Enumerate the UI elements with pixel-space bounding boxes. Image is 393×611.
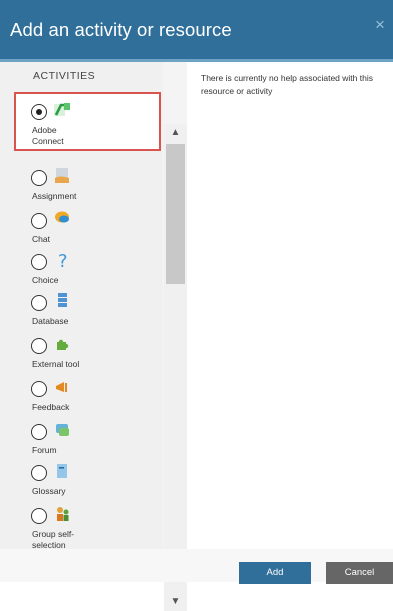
activity-label: Forum: [32, 445, 57, 455]
activity-label: Assignment: [32, 191, 77, 201]
radio-database[interactable]: [31, 295, 47, 311]
radio-chat[interactable]: [31, 213, 47, 229]
activity-label: Chat: [32, 234, 50, 244]
adobe-connect-icon: [54, 103, 70, 116]
radio-assignment[interactable]: [31, 170, 47, 186]
radio-forum[interactable]: [31, 424, 47, 440]
activities-heading: ACTIVITIES: [33, 70, 96, 82]
cancel-button[interactable]: Cancel: [326, 562, 393, 584]
forum-icon: [56, 424, 69, 436]
add-button[interactable]: Add: [239, 562, 311, 584]
activity-item-group-self-selection[interactable]: Group self- selection: [0, 500, 163, 550]
assignment-icon: [55, 168, 69, 183]
activity-label: Adobe Connect: [32, 125, 64, 146]
activity-label: Group self- selection: [32, 529, 75, 550]
help-text: There is currently no help associated wi…: [201, 73, 373, 96]
megaphone-icon: [56, 382, 67, 392]
scroll-up-chevron-icon[interactable]: ▲: [164, 124, 187, 142]
activity-label: External tool: [32, 359, 80, 369]
activity-label: Feedback: [32, 402, 70, 412]
radio-adobe-connect[interactable]: [31, 104, 47, 120]
activities-scrollbar[interactable]: ▲ ▼: [164, 124, 187, 611]
group-self-selection-icon: [57, 507, 69, 521]
activity-label: Glossary: [32, 486, 66, 496]
puzzle-piece-icon: [57, 339, 69, 350]
glossary-icon: [57, 464, 67, 478]
radio-glossary[interactable]: [31, 465, 47, 481]
dialog-title: Add an activity or resource: [10, 19, 232, 40]
radio-group-self-selection[interactable]: [31, 508, 47, 524]
chat-icon: [55, 211, 69, 223]
scroll-down-chevron-icon[interactable]: ▼: [164, 593, 187, 611]
radio-external-tool[interactable]: [31, 338, 47, 354]
dialog-header: Add an activity or resource ×: [0, 0, 393, 62]
scroll-thumb[interactable]: [166, 144, 185, 284]
add-activity-dialog: Add an activity or resource × ▲ ▼ ACTIVI…: [0, 0, 393, 611]
activity-label: Choice: [32, 275, 59, 285]
radio-feedback[interactable]: [31, 381, 47, 397]
activity-item-adobe-connect[interactable]: Adobe Connect: [0, 96, 163, 146]
close-icon[interactable]: ×: [375, 15, 391, 35]
svg-text:?: ?: [58, 251, 68, 270]
radio-choice[interactable]: [31, 254, 47, 270]
activity-label: Database: [32, 316, 69, 326]
database-icon: [58, 293, 67, 307]
question-mark-icon: ?: [58, 251, 68, 270]
